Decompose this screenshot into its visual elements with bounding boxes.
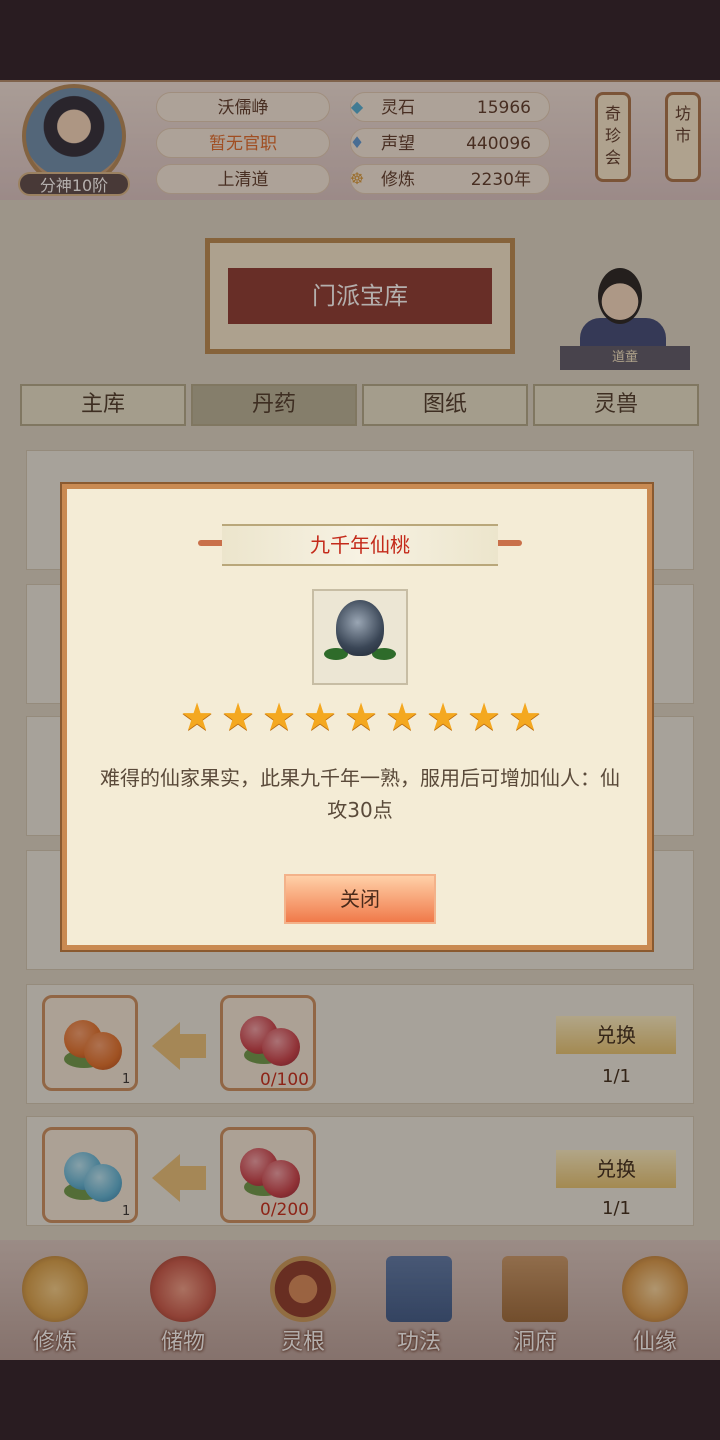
star-icon: ★ — [302, 695, 338, 739]
star-icon: ★ — [466, 695, 502, 739]
star-icon: ★ — [507, 695, 543, 739]
star-icon: ★ — [261, 695, 297, 739]
item-description: 难得的仙家果实，此果九千年一熟，服用后可增加仙人：仙攻30点 — [100, 766, 620, 822]
immortal-peach-icon — [336, 600, 384, 656]
modal-title: 九千年仙桃 — [222, 524, 498, 566]
star-icon: ★ — [220, 695, 256, 739]
close-button[interactable]: 关闭 — [284, 874, 436, 924]
star-icon: ★ — [384, 695, 420, 739]
star-icon: ★ — [425, 695, 461, 739]
star-icon: ★ — [343, 695, 379, 739]
star-icon: ★ — [179, 695, 215, 739]
